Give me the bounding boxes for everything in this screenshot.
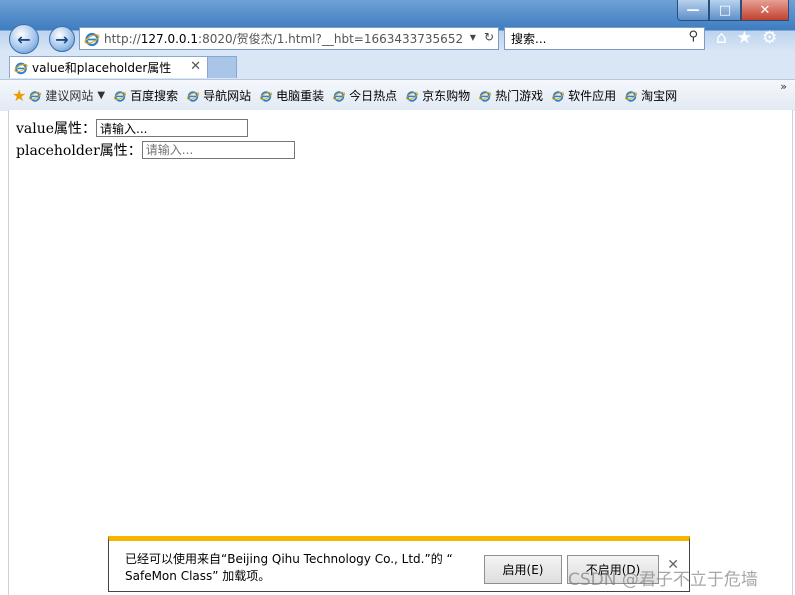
tab-close-icon[interactable]: ✕: [190, 59, 201, 74]
page-content: value属性： placeholder属性：: [8, 110, 793, 595]
url-host: 127.0.0.1: [140, 32, 199, 46]
tab-title: value和placeholder属性: [32, 61, 172, 75]
favbar-item-label: 建议网站: [45, 89, 94, 103]
search-icon[interactable]: ⚲: [688, 29, 698, 44]
browser-chrome: — □ ✕ ← → http://127.0.0.1:8020/贺俊杰/1.ht…: [0, 0, 795, 111]
favbar-item-label: 热门游戏: [495, 89, 544, 103]
favbar-overflow-icon[interactable]: »: [780, 80, 787, 93]
ie-tab-icon: [14, 62, 28, 74]
tab-row: value和placeholder属性 ✕: [0, 56, 795, 78]
back-arrow-icon: ←: [17, 29, 31, 49]
minimize-button[interactable]: —: [677, 0, 709, 21]
ie-fav-icon: [333, 90, 346, 102]
notification-line-1: 已经可以使用来自“Beijing Qihu Technology Co., Lt…: [125, 552, 453, 566]
new-tab-button[interactable]: [207, 56, 237, 78]
url-path: :8020/贺俊杰/1.html?__hbt=1663433735652: [198, 32, 464, 46]
enable-button[interactable]: 启用(E): [484, 555, 562, 584]
ie-fav-icon: [186, 90, 200, 102]
forward-arrow-icon: →: [55, 29, 69, 49]
placeholder-label: placeholder属性：: [16, 143, 142, 159]
value-input[interactable]: [96, 119, 249, 137]
ie-fav-icon: [406, 90, 419, 102]
value-label: value属性：: [16, 121, 97, 137]
home-icon[interactable]: ⌂: [716, 28, 727, 48]
chevron-down-icon: ▼: [97, 90, 106, 101]
favbar-item[interactable]: 今日热点: [332, 87, 397, 104]
forward-button[interactable]: →: [49, 26, 75, 52]
ie-fav-icon: [260, 90, 273, 102]
favbar-item-label: 电脑重装: [276, 89, 325, 103]
favbar-item[interactable]: 百度搜索: [113, 87, 178, 104]
favorites-bar: ★ 建议网站 ▼ 百度搜索 导航网站 电脑重装 今日热点 京东购物 热门游戏 软…: [0, 79, 795, 111]
favbar-item-label: 软件应用: [568, 89, 617, 103]
favorites-star-icon[interactable]: ★: [12, 86, 26, 105]
search-box[interactable]: 搜索... ⚲: [504, 27, 705, 50]
favbar-item[interactable]: 京东购物: [405, 87, 470, 104]
ie-fav-icon: [479, 90, 492, 102]
close-window-button[interactable]: ✕: [741, 0, 789, 21]
url-text: http://127.0.0.1:8020/贺俊杰/1.html?__hbt=1…: [104, 30, 463, 47]
placeholder-input[interactable]: [141, 141, 295, 159]
title-bar: — □ ✕: [0, 0, 795, 22]
back-button[interactable]: ←: [9, 24, 39, 54]
ie-fav-icon: [625, 90, 638, 102]
favbar-item-label: 淘宝网: [641, 89, 678, 103]
address-controls: ▾ ↻: [470, 30, 494, 44]
favbar-item-label: 百度搜索: [130, 89, 179, 103]
watermark-text: CSDN @君子不立于危墙: [568, 570, 758, 590]
favbar-item[interactable]: 导航网站: [186, 87, 251, 104]
navigation-row: ← → http://127.0.0.1:8020/贺俊杰/1.html?__h…: [0, 22, 795, 56]
favbar-item[interactable]: 淘宝网: [624, 87, 677, 104]
favbar-item-label: 导航网站: [203, 89, 252, 103]
favbar-item-label: 京东购物: [422, 89, 471, 103]
window-controls: — □ ✕: [677, 0, 789, 21]
ie-fav-icon: [113, 90, 127, 102]
favbar-suggested-sites[interactable]: 建议网站 ▼: [28, 87, 105, 104]
url-prefix: http://: [104, 32, 141, 46]
favbar-item[interactable]: 热门游戏: [478, 87, 543, 104]
value-row: value属性：: [16, 118, 249, 138]
notification-message: 已经可以使用来自“Beijing Qihu Technology Co., Lt…: [125, 551, 465, 585]
favbar-item[interactable]: 电脑重装: [259, 87, 324, 104]
favbar-item-label: 今日热点: [349, 89, 398, 103]
address-bar[interactable]: http://127.0.0.1:8020/贺俊杰/1.html?__hbt=1…: [79, 27, 499, 50]
placeholder-row: placeholder属性：: [16, 140, 295, 160]
tools-gear-icon[interactable]: ⚙: [762, 28, 777, 48]
ie-page-icon: [84, 32, 100, 46]
notification-line-2: SafeMon Class” 加载项。: [125, 569, 271, 583]
search-placeholder: 搜索...: [511, 32, 547, 46]
tab-active[interactable]: value和placeholder属性 ✕: [9, 56, 208, 78]
maximize-button[interactable]: □: [709, 0, 741, 21]
ie-fav-icon: [552, 90, 565, 102]
address-dropdown-icon[interactable]: ▾: [470, 30, 476, 44]
toolbar-icons: ⌂ ★ ⚙: [716, 28, 777, 48]
favorites-icon[interactable]: ★: [737, 28, 752, 48]
favbar-item[interactable]: 软件应用: [551, 87, 616, 104]
refresh-icon[interactable]: ↻: [484, 30, 494, 44]
ie-fav-icon: [29, 90, 42, 102]
